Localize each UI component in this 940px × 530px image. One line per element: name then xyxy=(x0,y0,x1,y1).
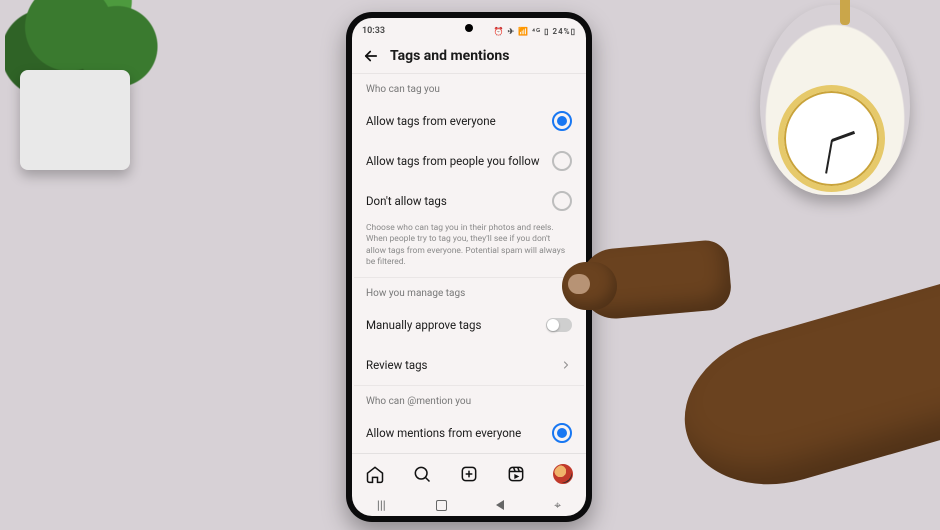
section-manage-tags: How you manage tags xyxy=(354,278,584,305)
option-label: Allow mentions from everyone xyxy=(366,426,521,440)
option-tags-everyone[interactable]: Allow tags from everyone xyxy=(354,101,584,141)
option-mentions-everyone[interactable]: Allow mentions from everyone xyxy=(354,413,584,453)
status-icons: ⏰ ✈ 📶 ⁴ᴳ ▯ 24%▯ xyxy=(494,27,576,36)
settings-content: Who can tag you Allow tags from everyone… xyxy=(352,74,586,453)
phone-screen: 10:33 ⏰ ✈ 📶 ⁴ᴳ ▯ 24%▯ Tags and mentions … xyxy=(352,18,586,516)
row-label: Review tags xyxy=(366,358,427,372)
bottom-nav xyxy=(352,453,586,494)
status-time: 10:33 xyxy=(362,26,385,36)
radio-icon[interactable] xyxy=(552,151,572,171)
helper-text-tags: Choose who can tag you in their photos a… xyxy=(354,221,584,277)
option-label: Don't allow tags xyxy=(366,194,447,208)
app-header: Tags and mentions xyxy=(352,41,586,74)
row-review-tags[interactable]: Review tags xyxy=(354,345,584,385)
reels-icon[interactable] xyxy=(506,464,526,484)
option-label: Allow tags from everyone xyxy=(366,114,496,128)
home-icon[interactable] xyxy=(365,464,385,484)
search-icon[interactable] xyxy=(412,464,432,484)
row-label: Manually approve tags xyxy=(366,318,481,332)
back-arrow-icon[interactable] xyxy=(362,47,380,65)
phone-frame: 10:33 ⏰ ✈ 📶 ⁴ᴳ ▯ 24%▯ Tags and mentions … xyxy=(346,12,592,522)
radio-icon[interactable] xyxy=(552,111,572,131)
row-manually-approve[interactable]: Manually approve tags xyxy=(354,305,584,345)
back-button[interactable] xyxy=(496,500,504,510)
radio-icon[interactable] xyxy=(552,191,572,211)
desk-plant xyxy=(0,0,180,190)
accessibility-button[interactable]: ⌖ xyxy=(554,498,561,513)
option-tags-none[interactable]: Don't allow tags xyxy=(354,181,584,221)
front-camera xyxy=(465,24,473,32)
system-nav: ||| ⌖ xyxy=(352,494,586,516)
option-label: Allow tags from people you follow xyxy=(366,154,539,168)
desk-clock xyxy=(750,0,930,205)
page-title: Tags and mentions xyxy=(390,48,509,64)
option-tags-following[interactable]: Allow tags from people you follow xyxy=(354,141,584,181)
section-who-can-mention: Who can @mention you xyxy=(354,386,584,413)
radio-icon[interactable] xyxy=(552,423,572,443)
home-button[interactable] xyxy=(436,500,447,511)
chevron-right-icon xyxy=(560,359,572,371)
create-icon[interactable] xyxy=(459,464,479,484)
recents-button[interactable]: ||| xyxy=(377,498,386,512)
profile-avatar[interactable] xyxy=(553,464,573,484)
section-who-can-tag: Who can tag you xyxy=(354,74,584,101)
human-hand xyxy=(560,190,940,530)
toggle-switch[interactable] xyxy=(546,318,572,332)
